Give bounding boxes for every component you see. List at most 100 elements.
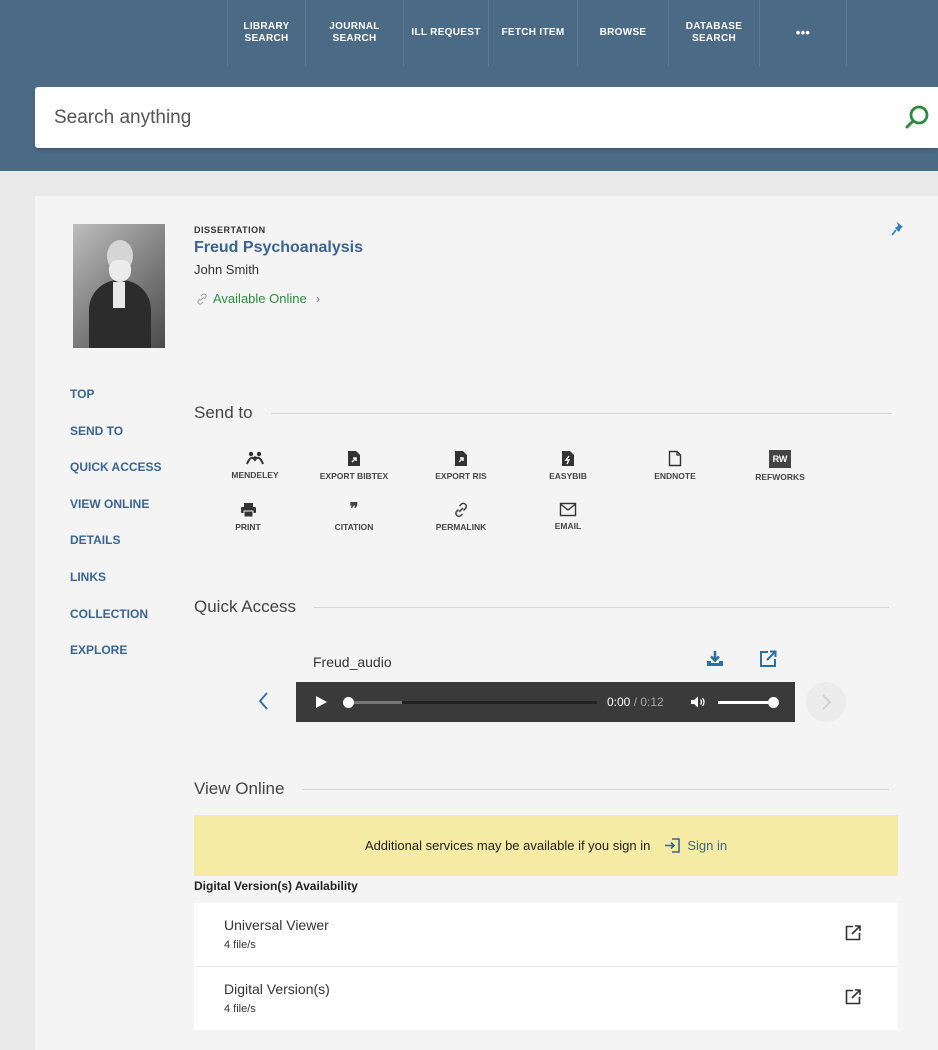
section-nav-details[interactable]: DETAILS [70,533,162,570]
action-label: EMAIL [554,521,582,531]
audio-duration: 0:12 [640,695,664,709]
section-nav-links[interactable]: LINKS [70,570,162,607]
nav-database-search[interactable]: DATABASE SEARCH [669,0,760,66]
audio-progress-knob[interactable] [343,697,354,708]
action-label: EASYBIB [549,471,587,481]
audio-buffer-bar [347,701,402,704]
send-citation-button[interactable]: ❞ CITATION [304,501,404,533]
nav-fetch-item[interactable]: FETCH ITEM [489,0,578,66]
permalink-icon [455,502,467,517]
section-title: Send to [194,403,253,422]
section-nav: TOP SEND TO QUICK ACCESS VIEW ONLINE DET… [70,387,162,680]
nav-label: SEARCH [691,33,736,44]
section-nav-top[interactable]: TOP [70,387,162,424]
section-nav-collection[interactable]: COLLECTION [70,607,162,644]
ris-file-icon [455,451,467,466]
availability-link[interactable]: Available Online › [196,291,320,306]
list-item[interactable]: Universal Viewer 4 file/s [194,903,898,967]
endnote-file-icon [668,450,682,467]
nav-label: BROWSE [599,27,647,38]
send-print-button[interactable]: PRINT [198,502,298,532]
sign-in-link[interactable]: Sign in [664,837,727,854]
divider [314,606,890,608]
record-author: John Smith [194,262,260,277]
nav-ill-request[interactable]: ILL REQUEST [404,0,489,66]
nav-label: DATABASE [685,21,743,32]
audio-progress-track[interactable] [343,697,597,708]
send-endnote-button[interactable]: ENDNOTE [625,450,725,481]
open-external-icon[interactable] [844,924,862,942]
action-label: PRINT [235,522,261,532]
chevron-right-icon[interactable] [806,682,846,722]
view-online-heading: View Online [194,779,890,799]
sign-in-notice: Additional services may be available if … [194,815,898,876]
section-nav-quick-access[interactable]: QUICK ACCESS [70,460,162,497]
bibtex-file-icon [348,451,360,466]
item-name: Universal Viewer [224,917,329,933]
search-icon[interactable] [904,104,930,130]
quick-access-heading: Quick Access [194,597,890,617]
nav-browse[interactable]: BROWSE [578,0,669,66]
section-title: View Online [194,779,285,798]
action-label: PERMALINK [435,522,487,532]
pin-icon[interactable] [891,220,907,238]
section-nav-view-online[interactable]: VIEW ONLINE [70,497,162,534]
availability-label: Available Online [213,291,307,306]
audio-time-separator: / [630,695,641,709]
audio-player: 0:00 / 0:12 [296,682,795,722]
easybib-icon [562,451,574,466]
send-export-ris-button[interactable]: EXPORT RIS [411,450,511,481]
send-easybib-button[interactable]: EASYBIB [518,450,618,481]
send-to-heading: Send to [194,403,892,423]
search-input[interactable] [54,87,894,148]
audio-current-time: 0:00 [607,695,631,709]
list-item[interactable]: Digital Version(s) 4 file/s [194,967,898,1031]
nav-library-search[interactable]: LIBRARY SEARCH [227,0,306,66]
record-thumbnail[interactable] [73,224,165,348]
volume-slider[interactable] [718,697,779,708]
sign-in-icon [665,838,681,853]
nav-label: LIBRARY [243,21,290,32]
send-permalink-button[interactable]: PERMALINK [411,502,511,532]
volume-icon[interactable] [690,695,706,709]
action-label: EXPORT BIBTEX [319,471,389,481]
section-title: Quick Access [194,597,297,616]
digital-availability-heading: Digital Version(s) Availability [194,879,358,893]
action-label: MENDELEY [231,470,279,480]
volume-knob[interactable] [768,697,779,708]
citation-icon: ❞ [349,501,359,518]
action-label: CITATION [334,522,374,532]
send-export-bibtex-button[interactable]: EXPORT BIBTEX [304,450,404,481]
chevron-right-icon: › [315,291,321,306]
record-type: DISSERTATION [194,225,266,235]
section-nav-send-to[interactable]: SEND TO [70,424,162,461]
open-external-icon[interactable] [844,988,862,1006]
send-email-button[interactable]: EMAIL [518,502,618,531]
chevron-left-icon[interactable] [254,689,274,713]
record-title[interactable]: Freud Psychoanalysis [194,239,363,257]
print-icon [240,503,256,518]
thumbnail-figure [113,282,125,308]
search-bar [35,87,938,148]
nav-more[interactable]: ••• [760,0,847,66]
send-mendeley-button[interactable]: MENDELEY [205,450,305,480]
audio-time: 0:00 / 0:12 [607,695,664,709]
open-external-icon[interactable] [758,649,778,669]
divider [302,788,890,790]
nav-label: SEARCH [332,33,377,44]
download-icon[interactable] [705,649,725,669]
nav-label: SEARCH [244,33,289,44]
nav-label: FETCH ITEM [501,27,565,38]
thumbnail-figure [109,260,131,282]
nav-label: JOURNAL [329,21,380,32]
send-refworks-button[interactable]: RW REFWORKS [730,450,830,482]
sign-in-label: Sign in [687,838,728,853]
item-file-count: 4 file/s [224,1002,256,1015]
nav-journal-search[interactable]: JOURNAL SEARCH [306,0,404,66]
more-icon: ••• [795,25,811,40]
play-icon[interactable] [314,695,328,709]
quick-access-file-name: Freud_audio [313,654,392,670]
section-nav-explore[interactable]: EXPLORE [70,643,162,680]
top-navigation: LIBRARY SEARCH JOURNAL SEARCH ILL REQUEST … [0,0,938,66]
item-file-count: 4 file/s [224,939,256,951]
